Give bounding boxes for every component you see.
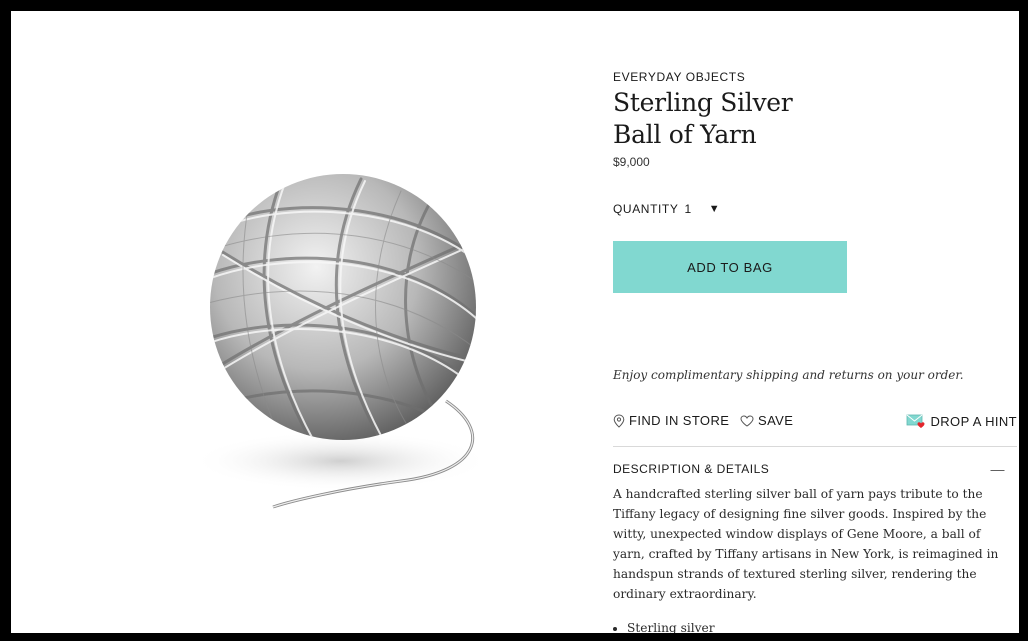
heart-outline-icon: [740, 414, 754, 427]
product-title-line2: Ball of Yarn: [613, 120, 757, 149]
description-text: A handcrafted sterling silver ball of ya…: [613, 487, 999, 601]
find-in-store-label: FIND IN STORE: [629, 413, 730, 428]
shipping-note: Enjoy complimentary shipping and returns…: [613, 368, 964, 382]
description-header-label: DESCRIPTION & DETAILS: [613, 462, 770, 476]
product-category[interactable]: EVERYDAY OBJECTS: [613, 70, 745, 84]
envelope-heart-icon: [907, 414, 925, 428]
caret-down-icon: ▼: [708, 202, 721, 215]
quantity-dropdown[interactable]: QUANTITY 1 ▼: [613, 202, 720, 216]
product-price: $9,000: [613, 155, 650, 169]
product-image: [161, 171, 521, 571]
find-in-store-link[interactable]: FIND IN STORE: [613, 413, 729, 428]
product-actions: FIND IN STORE SAVE DROP A HINT: [613, 413, 1017, 437]
save-label: SAVE: [758, 413, 794, 428]
product-title-line1: Sterling Silver: [613, 88, 793, 117]
drop-a-hint-label: DROP A HINT: [930, 413, 1017, 429]
drop-a-hint-link[interactable]: DROP A HINT: [906, 413, 1017, 429]
collapse-icon[interactable]: —: [991, 461, 1006, 477]
map-pin-icon: [613, 413, 625, 428]
product-title: Sterling Silver Ball of Yarn: [613, 87, 793, 151]
details-list: Sterling silver: [613, 618, 715, 633]
section-divider: [613, 446, 1017, 447]
product-info: EVERYDAY OBJECTS Sterling Silver Ball of…: [613, 11, 1017, 633]
page-frame: EVERYDAY OBJECTS Sterling Silver Ball of…: [11, 11, 1019, 633]
quantity-value: 1: [684, 202, 692, 216]
quantity-label: QUANTITY: [613, 202, 679, 216]
description-accordion-header[interactable]: DESCRIPTION & DETAILS —: [613, 461, 1005, 477]
save-link[interactable]: SAVE: [740, 413, 793, 428]
yarn-ball-image: [191, 174, 491, 509]
add-to-bag-button[interactable]: ADD TO BAG: [613, 241, 847, 293]
details-list-item: Sterling silver: [627, 618, 715, 633]
